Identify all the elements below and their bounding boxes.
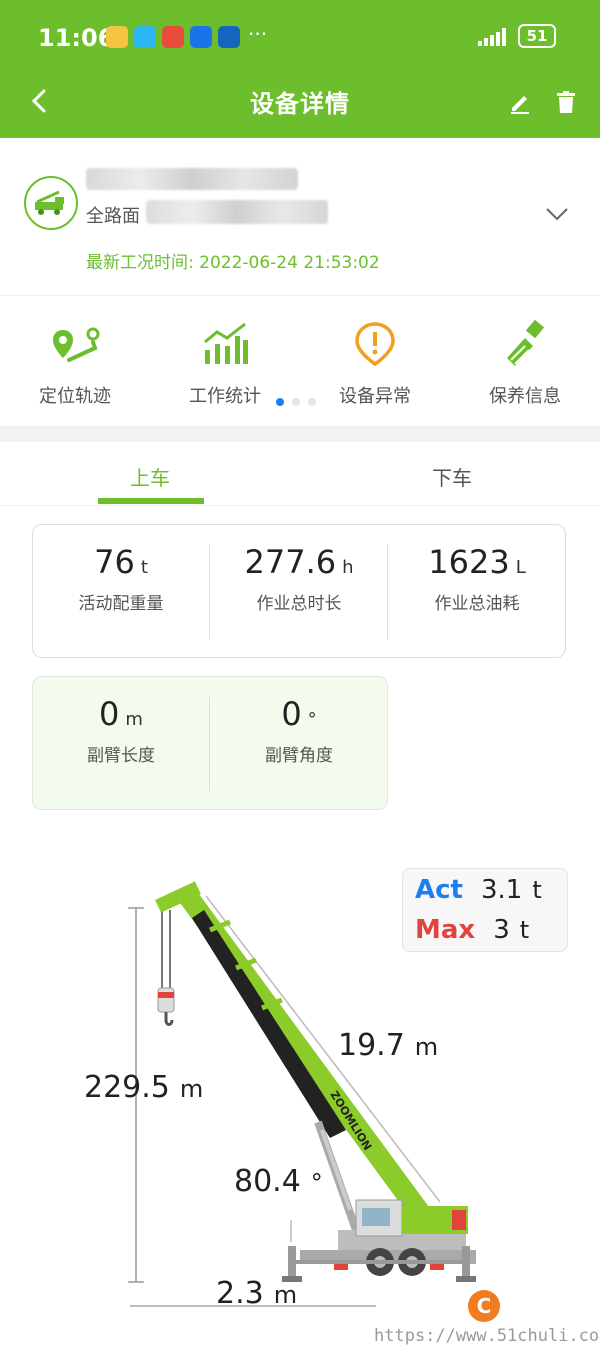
stat-value: 76	[94, 543, 135, 581]
boom-length-unit: m	[414, 1033, 439, 1061]
jib-length-stat: 0m 副臂长度	[33, 695, 209, 766]
tab-upper-carriage[interactable]: 上车	[80, 462, 220, 491]
update-time-label: 最新工况时间:	[86, 253, 194, 273]
max-unit: t	[519, 916, 530, 944]
stat-label: 副臂长度	[87, 746, 155, 766]
watermark-text: https://www.51chuli.com	[374, 1326, 600, 1346]
news-app-icon	[162, 26, 184, 48]
brush-icon	[507, 319, 545, 366]
working-radius-readout: 2.3 m	[216, 1276, 297, 1311]
section-divider	[0, 426, 600, 442]
update-time-value: 2022-06-24 21:53:02	[199, 253, 380, 273]
stat-label: 作业总油耗	[434, 594, 520, 614]
working-radius-unit: m	[273, 1281, 298, 1309]
active-tab-indicator	[98, 498, 204, 504]
function-label: 保养信息	[489, 386, 561, 407]
operation-stats-card: 76 t 活动配重量 277.6 h 作业总时长 1623 L 作业总油耗	[32, 524, 566, 658]
tab-lower-carriage[interactable]: 下车	[382, 462, 522, 491]
crane-avatar-icon	[24, 176, 78, 230]
working-radius-value: 2.3	[216, 1276, 264, 1311]
total-hours-stat: 277.6 h 作业总时长	[211, 543, 387, 614]
function-label: 定位轨迹	[39, 386, 111, 407]
load-info-box: Act 3.1 t Max 3 t	[402, 868, 568, 952]
page-dot	[308, 398, 316, 406]
stat-unit: h	[342, 557, 354, 578]
stat-unit: m	[125, 709, 143, 730]
latest-status-time: 最新工况时间: 2022-06-24 21:53:02	[86, 248, 380, 273]
app-header: 11:06 ··· 51 设备详情	[0, 0, 600, 138]
more-notifications-icon: ···	[248, 22, 268, 46]
chevron-down-icon	[546, 208, 568, 221]
stat-unit: L	[515, 557, 526, 578]
device-abnormal-button[interactable]: 设备异常	[300, 320, 450, 408]
stat-label: 副臂角度	[265, 746, 333, 766]
page-dot	[292, 398, 300, 406]
lift-height-unit: m	[179, 1075, 204, 1103]
page-indicator	[276, 398, 316, 406]
device-name-redacted	[86, 168, 298, 190]
watermark-logo-icon: C	[468, 1290, 500, 1322]
act-label: Act	[415, 875, 463, 905]
device-type-label: 全路面	[86, 206, 140, 227]
stat-value: 0	[281, 695, 302, 733]
jib-stats-card: 0m 副臂长度 0 ° 副臂角度	[32, 676, 388, 810]
actual-load-row: Act 3.1 t	[415, 875, 542, 905]
work-stats-button[interactable]: 工作统计	[150, 320, 300, 408]
pencil-icon	[511, 96, 529, 114]
max-value: 3	[493, 915, 510, 945]
signal-icon	[478, 28, 506, 46]
expand-button[interactable]	[544, 204, 570, 224]
location-track-icon	[53, 327, 100, 362]
stat-value: 277.6	[244, 543, 337, 581]
status-time: 11:06	[38, 24, 115, 52]
function-shortcuts: 定位轨迹 工作统计 设备异常 保养信息	[0, 296, 600, 426]
browser-app-icon	[190, 26, 212, 48]
total-fuel-stat: 1623 L 作业总油耗	[389, 543, 565, 614]
crane-diagram: ZOOMLION Act 3.1 t Max 3 t 19.7 m 229.5 m	[0, 830, 600, 1355]
act-unit: t	[532, 876, 542, 904]
boom-angle-unit: °	[310, 1169, 323, 1197]
message-app-icon	[134, 26, 156, 48]
device-card[interactable]: 全路面 最新工况时间: 2022-06-24 21:53:02	[0, 138, 600, 296]
divider	[209, 697, 210, 791]
act-value: 3.1	[480, 875, 523, 905]
function-label: 设备异常	[339, 386, 411, 407]
counterweight-stat: 76 t 活动配重量	[33, 543, 209, 614]
warning-icon	[355, 322, 395, 367]
c-app-icon	[218, 26, 240, 48]
divider	[387, 545, 388, 639]
stat-unit: t	[140, 557, 148, 578]
device-model-redacted	[146, 200, 328, 224]
boom-length-readout: 19.7 m	[338, 1028, 438, 1063]
divider	[209, 545, 210, 639]
trash-icon	[557, 91, 575, 113]
stat-label: 作业总时长	[256, 594, 342, 614]
boom-length-value: 19.7	[338, 1028, 405, 1063]
max-load-row: Max 3 t	[415, 915, 529, 945]
stat-value: 1623	[428, 543, 510, 581]
maintenance-info-button[interactable]: 保养信息	[450, 319, 600, 408]
notification-icons	[106, 26, 240, 48]
jib-angle-stat: 0 ° 副臂角度	[211, 695, 387, 766]
weibo-app-icon	[106, 26, 128, 48]
battery-icon: 51	[518, 24, 556, 48]
bar-chart-icon	[204, 322, 248, 364]
delete-button[interactable]	[554, 90, 578, 114]
lift-height-readout: 229.5 m	[84, 1070, 203, 1105]
stat-value: 0	[99, 695, 120, 733]
stat-unit: °	[307, 709, 317, 730]
lift-height-value: 229.5	[84, 1070, 170, 1105]
boom-angle-readout: 80.4 °	[234, 1164, 323, 1199]
page-dot-active	[276, 398, 284, 406]
tab-bar: 上车 下车	[0, 442, 600, 506]
edit-button[interactable]	[508, 90, 532, 114]
max-label: Max	[415, 915, 476, 945]
location-track-button[interactable]: 定位轨迹	[0, 320, 150, 408]
stat-label: 活动配重量	[78, 594, 164, 614]
boom-angle-value: 80.4	[234, 1164, 301, 1199]
